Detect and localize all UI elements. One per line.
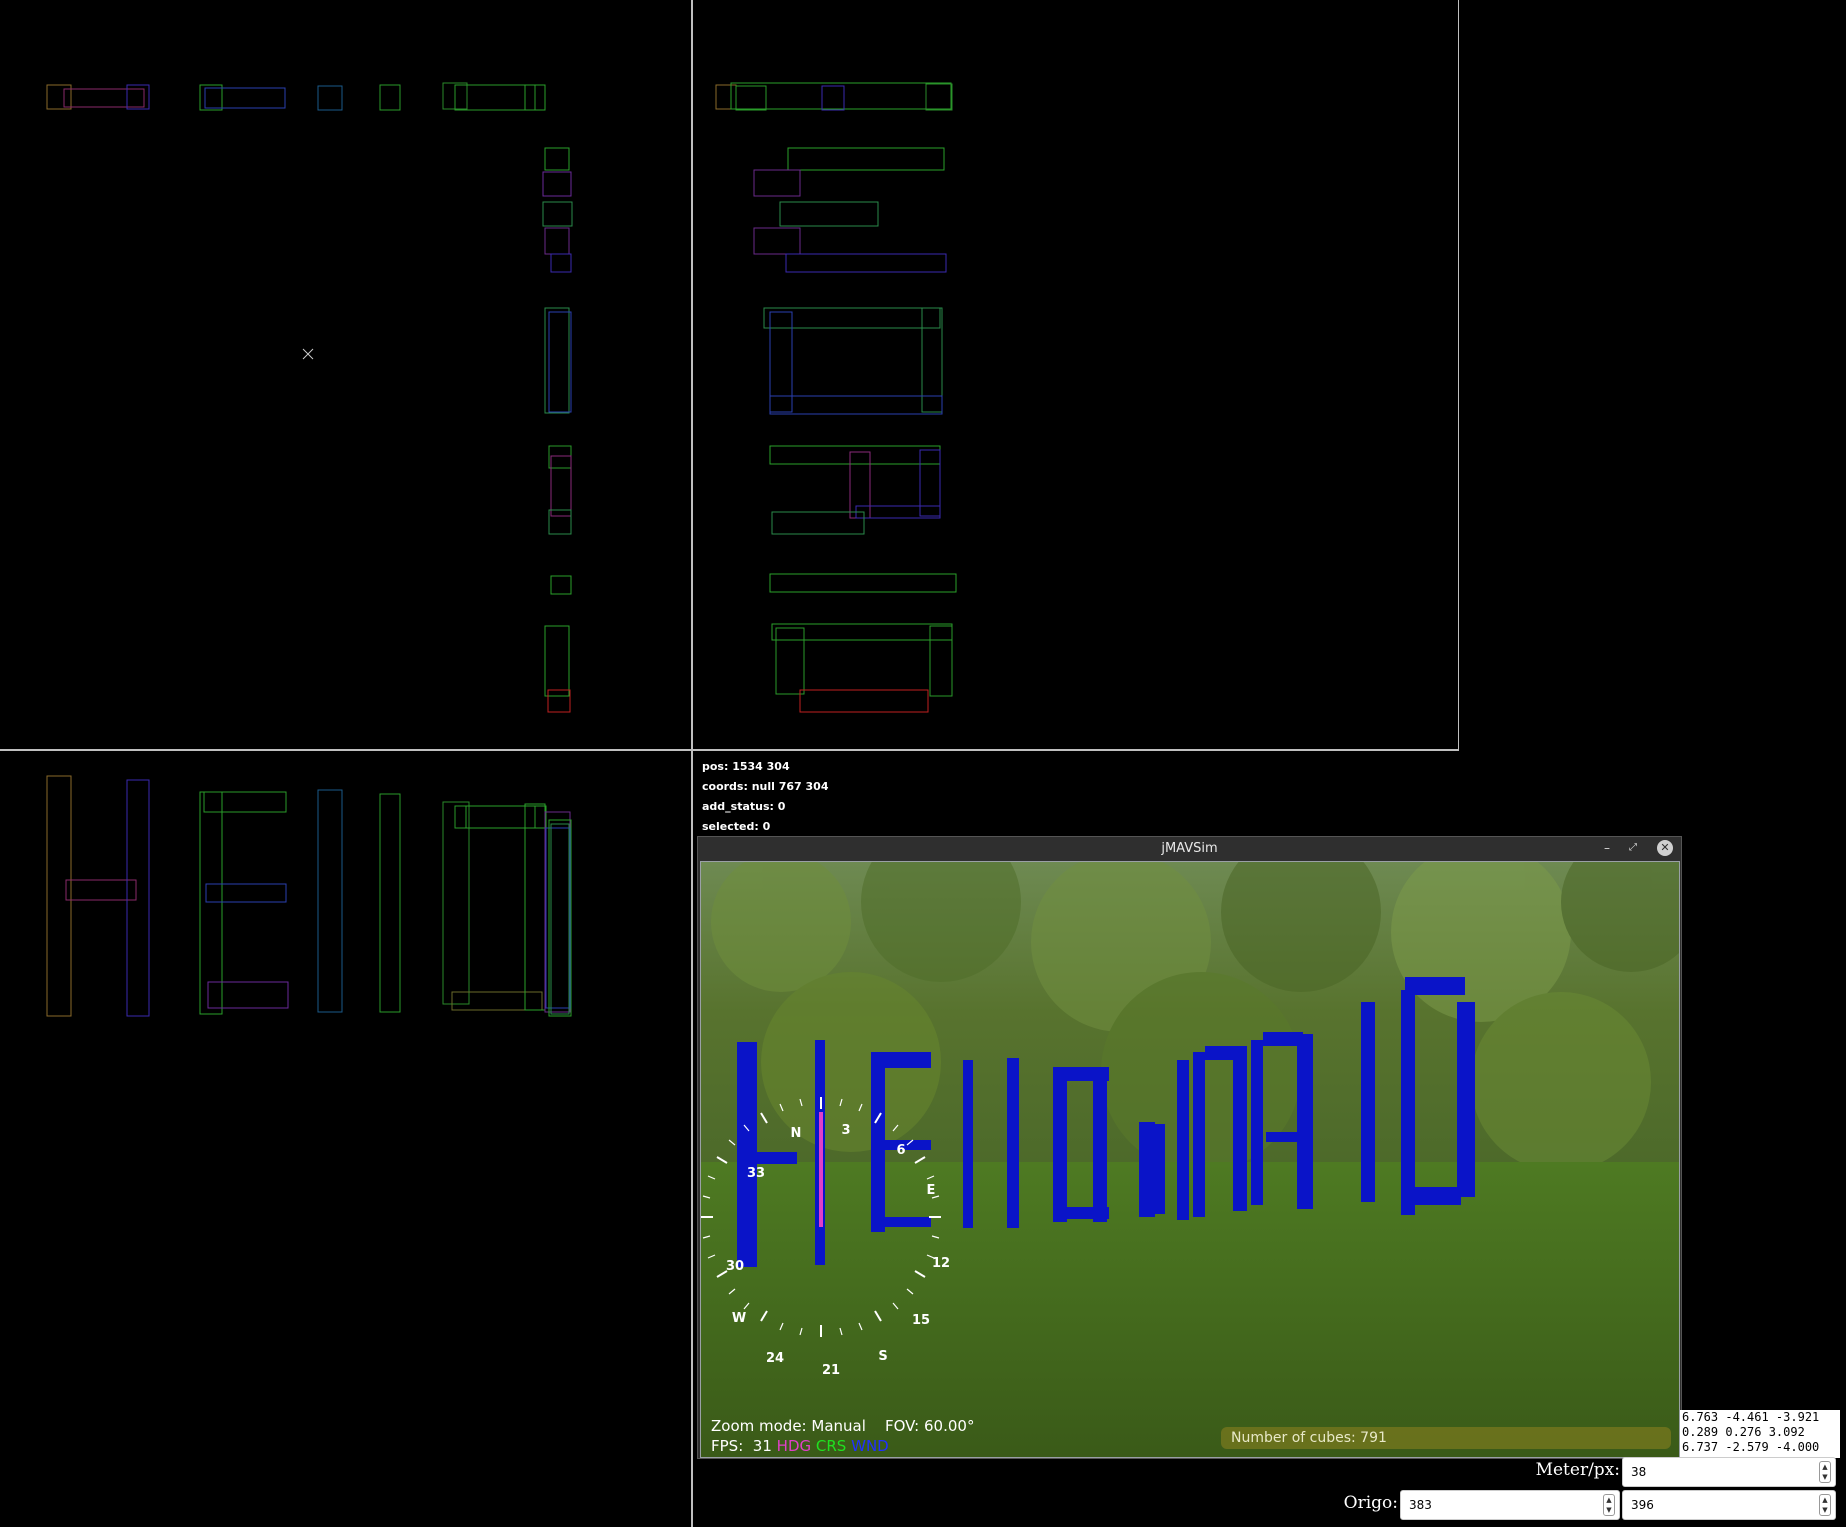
wnd-legend: WND: [851, 1437, 889, 1455]
coords-line-2: 0.289 0.276 3.092: [1682, 1425, 1805, 1439]
horizontal-divider[interactable]: [0, 749, 1459, 751]
top-right-border: [1458, 0, 1459, 751]
origo-y-spinner[interactable]: 396 ▲ ▼: [1622, 1490, 1836, 1520]
compass-label-n: N: [791, 1126, 802, 1141]
compass-label-33: 33: [747, 1166, 765, 1181]
origo-label: Origo:: [1343, 1493, 1398, 1513]
zoom-mode-text: Zoom mode: Manual: [711, 1417, 866, 1435]
window-title: jMAVSim: [1161, 841, 1218, 856]
spinner-arrows-icon[interactable]: ▲ ▼: [1819, 1494, 1831, 1516]
minimize-icon[interactable]: –: [1599, 840, 1615, 856]
origo-y-value: 396: [1631, 1498, 1654, 1512]
spinner-arrows-icon[interactable]: ▲ ▼: [1603, 1494, 1615, 1516]
top-left-view[interactable]: [0, 0, 692, 750]
hdg-legend: HDG: [776, 1437, 812, 1455]
compass-label-12: 12: [932, 1256, 950, 1271]
compass-label-e: E: [927, 1183, 936, 1198]
meter-per-px-value: 38: [1631, 1465, 1647, 1479]
meter-per-px-label: Meter/px:: [1535, 1460, 1620, 1480]
compass-label-15: 15: [912, 1313, 930, 1328]
spinner-arrows-icon[interactable]: ▲ ▼: [1819, 1461, 1831, 1483]
compass-label-21: 21: [822, 1363, 840, 1378]
add-status-readout: add_status: 0: [702, 800, 786, 813]
jmavsim-window[interactable]: jMAVSim – ⤢ ✕ N 3 6 E 12 15 S 21 24 W 30…: [697, 836, 1682, 1459]
coords-line-1: 6.763 -4.461 -3.921: [1682, 1410, 1820, 1424]
coords-readout: coords: null 767 304: [702, 780, 829, 793]
origo-x-spinner[interactable]: 383 ▲ ▼: [1400, 1490, 1620, 1520]
close-icon[interactable]: ✕: [1657, 840, 1673, 856]
hud-fps-line: FPS: 31 HDG CRS WND: [711, 1437, 889, 1455]
window-titlebar[interactable]: jMAVSim – ⤢ ✕: [698, 837, 1681, 861]
compass-label-w: W: [732, 1311, 746, 1326]
meter-per-px-spinner[interactable]: 38 ▲ ▼: [1622, 1457, 1836, 1487]
coords-line-3: 6.737 -2.579 -4.000: [1682, 1440, 1820, 1454]
coordinates-textarea[interactable]: 6.763 -4.461 -3.921 0.289 0.276 3.092 6.…: [1680, 1410, 1840, 1458]
selected-readout: selected: 0: [702, 820, 771, 833]
compass-label-3: 3: [841, 1123, 850, 1138]
compass-label-s: S: [878, 1349, 887, 1364]
compass-label-6: 6: [896, 1143, 905, 1158]
fov-text: FOV: 60.00°: [884, 1417, 975, 1435]
cube-count-banner: Number of cubes: 791: [1221, 1427, 1671, 1449]
crs-legend: CRS: [815, 1437, 847, 1455]
pos-readout: pos: 1534 304: [702, 760, 790, 773]
restore-icon[interactable]: ⤢: [1625, 840, 1641, 856]
compass-label-30: 30: [726, 1259, 744, 1274]
vertical-divider[interactable]: [691, 0, 693, 1527]
bottom-left-view[interactable]: [0, 752, 692, 1527]
grass-ground: [701, 1162, 1679, 1457]
fps-label: FPS:: [711, 1437, 744, 1455]
origo-x-value: 383: [1409, 1498, 1432, 1512]
compass-label-24: 24: [766, 1351, 784, 1366]
hud-zoom-fov: Zoom mode: Manual FOV: 60.00°: [711, 1417, 974, 1435]
3d-scene-view[interactable]: N 3 6 E 12 15 S 21 24 W 30 33 Zoom mode:…: [700, 861, 1680, 1458]
top-right-view[interactable]: [694, 0, 1458, 750]
fps-value: 31: [752, 1437, 772, 1455]
